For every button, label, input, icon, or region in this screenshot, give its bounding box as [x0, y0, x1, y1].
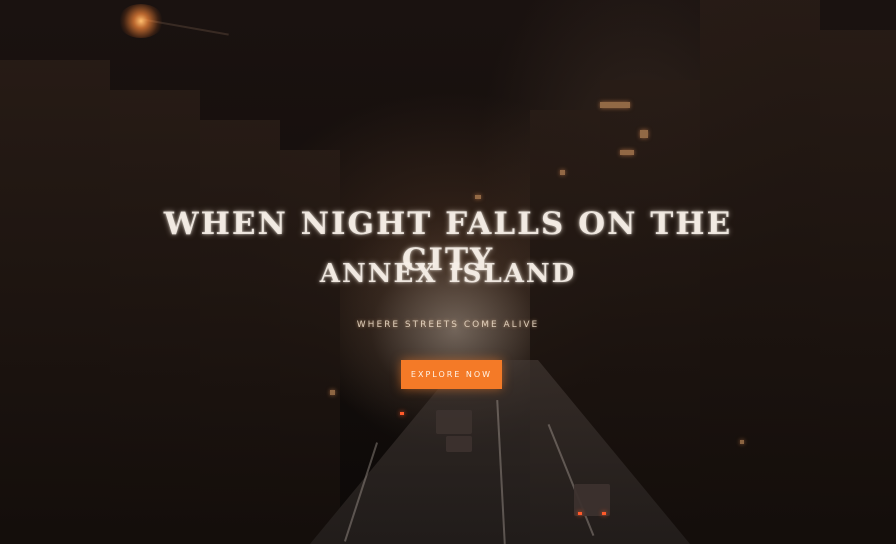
- hero-subline: WHERE STREETS COME ALIVE: [356, 320, 540, 330]
- hero-headline-secondary: ANNEX ISLAND: [319, 259, 577, 289]
- hero-content: WHEN NIGHT FALLS ON THE CITY ANNEX ISLAN…: [0, 0, 896, 544]
- cta-button[interactable]: EXPLORE NOW: [401, 360, 502, 389]
